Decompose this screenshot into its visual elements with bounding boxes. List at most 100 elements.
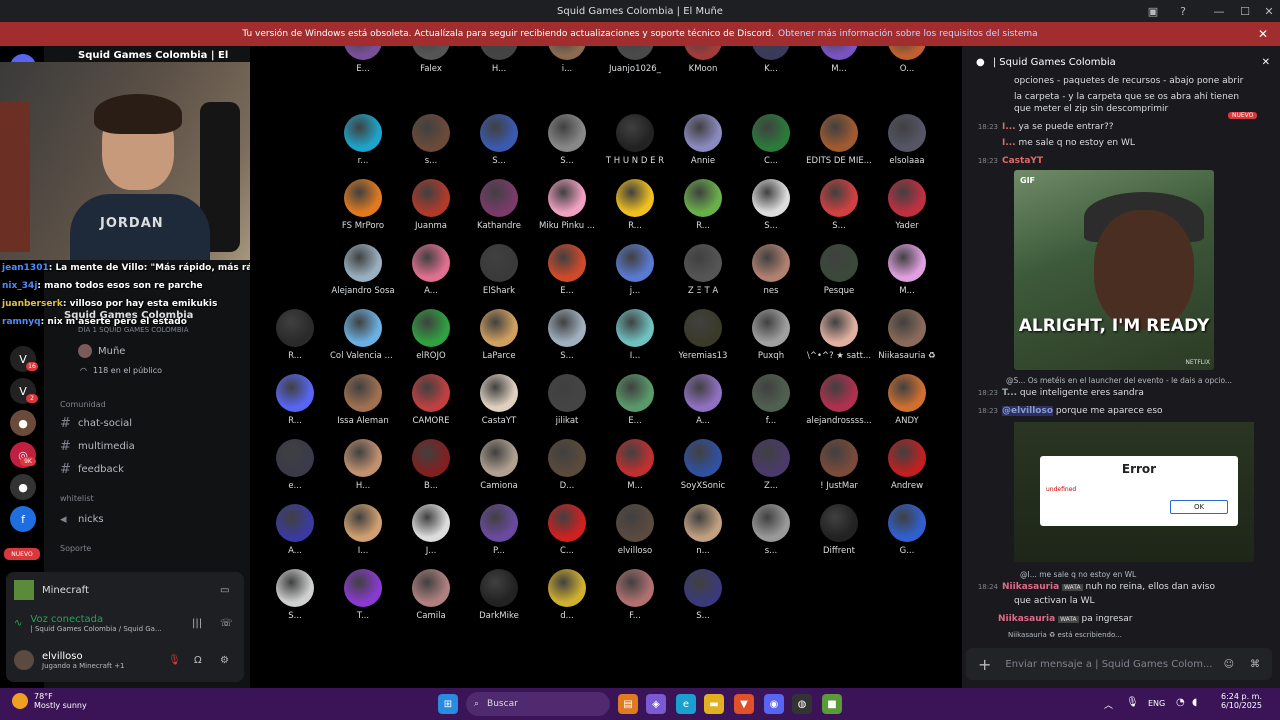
emoji-icon[interactable]: ☺ [1224,659,1234,670]
search-box[interactable]: ⌕ Buscar [466,692,610,716]
channel-feedback[interactable]: # feedback [60,462,124,477]
audience-member[interactable]: A... [262,504,328,556]
obs-icon[interactable]: ◍ [792,694,812,714]
settings-gear-icon[interactable]: ⚙ [220,655,229,666]
audience-member[interactable]: C... [738,114,804,166]
brave-icon[interactable]: ▼ [734,694,754,714]
audience-member[interactable]: r... [330,114,396,166]
audience-member[interactable]: E... [330,46,396,74]
audience-member[interactable]: i... [534,46,600,74]
mute-mic-icon[interactable]: 🎙 [168,655,181,666]
tray-chevron-icon[interactable]: ︿ [1104,698,1113,711]
close-window-button[interactable]: ✕ [1256,0,1280,22]
audience-member[interactable]: A... [670,374,736,426]
audience-member[interactable]: ! JustMar [806,439,872,491]
audience-member[interactable]: M... [806,46,872,74]
audience-member[interactable]: elvilloso [602,504,668,556]
audience-member[interactable]: Pesque [806,244,872,296]
audience-member[interactable]: KMoon [670,46,736,74]
audience-member[interactable]: f... [738,374,804,426]
add-attachment-icon[interactable]: + [978,655,991,674]
audience-member[interactable]: I... [330,504,396,556]
audience-member[interactable]: H... [466,46,532,74]
category-whitelist[interactable]: whitelist [60,494,94,503]
screen-share-icon[interactable]: ▭ [220,585,229,596]
close-chat-icon[interactable]: ✕ [1262,57,1270,68]
audience-member[interactable]: CastaYT [466,374,532,426]
audience-member[interactable]: ElShark [466,244,532,296]
close-banner-icon[interactable]: ✕ [1258,27,1268,41]
audience-member[interactable]: DarkMike [466,569,532,621]
audience-member[interactable]: M... [602,439,668,491]
audience-member[interactable]: R... [602,179,668,231]
audience-member[interactable]: j... [602,244,668,296]
audience-member[interactable]: Yader [874,179,940,231]
disconnect-icon[interactable]: ☏ [220,618,233,629]
audience-member[interactable]: S... [670,569,736,621]
minimize-button[interactable]: — [1206,0,1232,22]
inbox-icon[interactable]: ▣ [1140,0,1166,22]
audience-member[interactable]: elsolaaa [874,114,940,166]
audience-member[interactable]: R... [262,374,328,426]
audience-member[interactable]: \^•^? ★ satt... [806,309,872,361]
audience-member[interactable]: Alejandro Sosa [330,244,396,296]
audience-member[interactable]: Annie [670,114,736,166]
language-indicator[interactable]: ENG [1148,699,1165,708]
audience-member[interactable]: Puxqh [738,309,804,361]
audience-member[interactable]: Diffrent [806,504,872,556]
stage-speaker[interactable]: Muñe [78,344,125,358]
audience-member[interactable]: Z Ξ T A [670,244,736,296]
audience-member[interactable]: Yeremias13 [670,309,736,361]
mic-tray-icon[interactable]: 🎙 [1126,697,1139,708]
audience-member[interactable]: S... [534,309,600,361]
audience-member[interactable]: H... [330,439,396,491]
audience-member[interactable]: jilikat [534,374,600,426]
audience-member[interactable]: Z... [738,439,804,491]
audience-member[interactable]: T H U N D E R [602,114,668,166]
audience-member[interactable]: Niikasauria ♻ [874,309,940,361]
audience-member[interactable]: M... [874,244,940,296]
audience-member[interactable]: LaParce [466,309,532,361]
category-comunidad[interactable]: Comunidad [60,400,106,409]
help-icon[interactable]: ? [1170,0,1196,22]
audience-member[interactable]: Juanjo1026_ [602,46,668,74]
audience-member[interactable]: J... [398,504,464,556]
server-icon[interactable]: ● [10,410,36,436]
audience-member[interactable]: d... [534,569,600,621]
server-icon[interactable]: ● [10,474,36,500]
audience-member[interactable]: n... [670,504,736,556]
maximize-button[interactable]: ☐ [1232,0,1258,22]
audience-member[interactable]: G... [874,504,940,556]
audience-member[interactable]: Camiona [466,439,532,491]
audience-member[interactable]: S... [262,569,328,621]
audience-member[interactable]: s... [398,114,464,166]
audience-member[interactable]: Andrew [874,439,940,491]
audience-member[interactable]: E... [534,244,600,296]
audience-member[interactable]: A... [398,244,464,296]
edge-icon[interactable]: e [676,694,696,714]
server-icon[interactable]: f [10,506,36,532]
audience-member[interactable]: elROJO [398,309,464,361]
channel-nicks[interactable]: ◂ nicks [60,512,104,527]
audience-member[interactable]: B... [398,439,464,491]
message-input[interactable]: + Enviar mensaje a | Squid Games Colom..… [966,648,1272,680]
audience-member[interactable]: EDITS DE MIE... [806,114,872,166]
audience-member[interactable]: P... [466,504,532,556]
channel-multimedia[interactable]: # multimedia [60,439,135,454]
new-messages-badge[interactable]: NUEVO [1228,112,1258,119]
audience-member[interactable]: SoyXSonic [670,439,736,491]
reply-preview[interactable]: @S... Os metéis en el launcher del event… [962,376,1280,385]
audience-member[interactable]: alejandrossss... [806,374,872,426]
audience-member[interactable]: e... [262,439,328,491]
audience-member[interactable]: Kathandre [466,179,532,231]
audience-member[interactable]: R... [670,179,736,231]
noise-icon[interactable]: ||| [192,618,202,629]
channel-chat-social[interactable]: # chat-social [60,416,132,431]
minecraft-taskbar-icon[interactable]: ■ [822,694,842,714]
banner-link[interactable]: Obtener más información sobre los requis… [778,29,1038,39]
audience-member[interactable]: nes [738,244,804,296]
audience-member[interactable]: T... [330,569,396,621]
volume-icon[interactable]: ◖ [1192,697,1197,708]
audience-member[interactable]: D... [534,439,600,491]
discord-taskbar-icon[interactable]: ◉ [764,694,784,714]
